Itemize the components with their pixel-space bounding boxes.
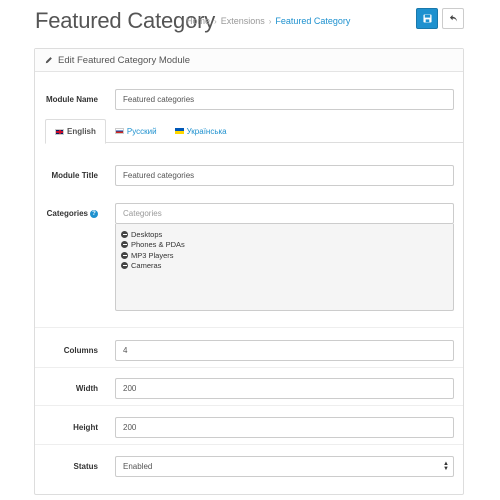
breadcrumb-featured-category[interactable]: Featured Category <box>275 16 350 26</box>
status-select[interactable]: Enabled ▲ ▼ <box>115 456 454 477</box>
help-icon[interactable]: ? <box>90 209 98 218</box>
select-arrows-icon: ▲ ▼ <box>443 461 449 472</box>
module-name-input[interactable]: Featured categories <box>115 89 454 110</box>
ru-flag-icon <box>114 128 124 134</box>
categories-label-text: Categories <box>46 209 88 218</box>
divider <box>35 444 463 445</box>
module-title-input[interactable]: Featured categories <box>115 165 454 186</box>
status-label: Status <box>73 462 98 471</box>
uk-flag-icon <box>55 128 64 135</box>
breadcrumb-extensions[interactable]: Extensions <box>221 16 265 26</box>
width-input[interactable]: 200 <box>115 378 454 399</box>
breadcrumb: Home › Extensions › Featured Category <box>186 16 350 26</box>
back-button[interactable] <box>442 8 464 29</box>
ua-flag-icon <box>174 128 184 134</box>
list-item: Cameras <box>121 261 448 272</box>
divider <box>35 405 463 406</box>
language-tabs: English Русский Українська <box>45 119 464 144</box>
tab-english[interactable]: English <box>45 119 106 144</box>
breadcrumb-separator-icon: › <box>268 16 272 26</box>
category-name: Phones & PDAs <box>131 240 185 250</box>
width-label: Width <box>75 384 98 393</box>
category-name: MP3 Players <box>131 250 174 260</box>
tab-ukrainian[interactable]: Українська <box>166 119 236 143</box>
tab-russian-label: Русский <box>126 126 157 136</box>
module-name-label: Module Name <box>45 95 98 104</box>
panel-heading-text: Edit Featured Category Module <box>58 54 191 66</box>
panel-heading: Edit Featured Category Module <box>35 49 463 72</box>
category-name: Cameras <box>131 261 162 271</box>
minus-circle-icon[interactable] <box>121 230 128 238</box>
save-icon <box>422 14 432 23</box>
tab-ukrainian-label: Українська <box>186 126 227 136</box>
list-item: Desktops <box>121 229 448 240</box>
columns-input[interactable]: 4 <box>115 340 454 361</box>
height-input[interactable]: 200 <box>115 417 454 438</box>
breadcrumb-home[interactable]: Home <box>186 16 210 26</box>
columns-label: Columns <box>63 346 98 355</box>
divider <box>35 327 463 328</box>
categories-label: Categories? <box>40 209 98 218</box>
category-name: Desktops <box>131 229 163 239</box>
minus-circle-icon[interactable] <box>121 262 128 270</box>
module-title-label: Module Title <box>51 171 98 180</box>
reply-arrow-icon <box>449 14 457 22</box>
divider <box>35 367 463 368</box>
height-label: Height <box>73 423 98 432</box>
status-select-value: Enabled <box>123 462 153 471</box>
minus-circle-icon[interactable] <box>121 251 128 259</box>
pencil-icon <box>45 56 53 64</box>
minus-circle-icon[interactable] <box>121 241 128 249</box>
save-button[interactable] <box>416 8 438 29</box>
categories-list: Desktops Phones & PDAs MP3 Players Camer… <box>115 224 454 311</box>
list-item: Phones & PDAs <box>121 240 448 251</box>
breadcrumb-separator-icon: › <box>214 16 217 26</box>
list-item: MP3 Players <box>121 250 448 261</box>
categories-input[interactable]: Categories <box>115 203 454 224</box>
tab-russian[interactable]: Русский <box>106 119 166 143</box>
tab-english-label: English <box>67 127 96 136</box>
